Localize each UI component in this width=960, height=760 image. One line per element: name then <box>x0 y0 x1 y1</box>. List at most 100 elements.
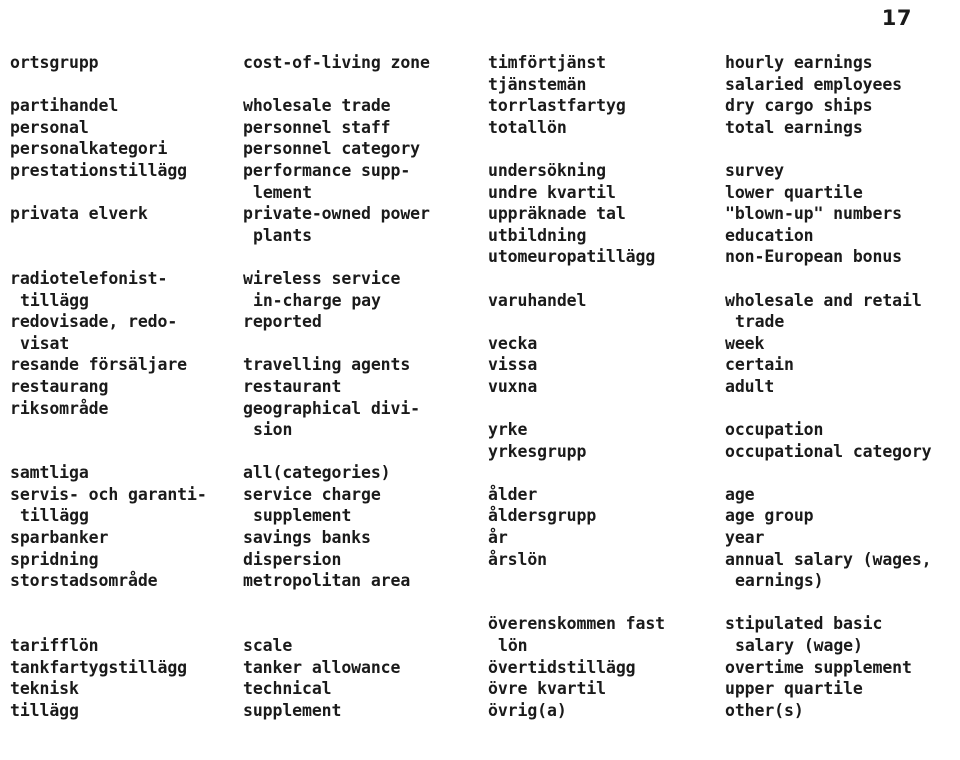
glossary-term-line: service charge <box>243 484 381 504</box>
glossary-term-line: "blown-up" numbers <box>725 204 903 224</box>
glossary-spacer-line <box>10 74 243 96</box>
glossary-term-line: spridning <box>10 549 99 569</box>
glossary-term-line: yrkesgrupp <box>488 441 587 461</box>
glossary-spacer-line <box>725 138 960 160</box>
glossary-term-line: supplement <box>243 700 342 720</box>
glossary-term-line: år <box>488 528 508 548</box>
glossary-term-line: resande försäljare <box>10 355 188 375</box>
glossary-term-line: geographical divi- <box>243 398 421 418</box>
glossary-term-line: occupational category <box>725 441 932 461</box>
glossary-continuation-line: lön <box>498 636 528 656</box>
glossary-term-line: uppräknade tal <box>488 204 626 224</box>
glossary-spacer-line <box>10 441 243 463</box>
glossary-continuation-line: tillägg <box>20 290 89 310</box>
glossary-continuation-line: visat <box>20 333 70 353</box>
glossary-term-line: personal <box>10 117 89 137</box>
english-terms-column-2: hourly earnings salaried employees dry car… <box>725 52 960 721</box>
glossary-term-line: ålder <box>488 484 538 504</box>
glossary-term-line: personnel category <box>243 139 421 159</box>
glossary-spacer-line <box>725 462 960 484</box>
glossary-term-line: personalkategori <box>10 139 168 159</box>
glossary-continuation-line: earnings) <box>735 571 824 591</box>
glossary-term-line: all(categories) <box>243 463 391 483</box>
glossary-term-line: restaurant <box>243 376 342 396</box>
glossary-term-line: overtime supplement <box>725 657 912 677</box>
glossary-spacer-line <box>488 462 725 484</box>
glossary-term-line: undersökning <box>488 160 607 180</box>
glossary-spacer-line <box>10 182 243 204</box>
document-page: 17 ortsgrupp partihandel personal personal… <box>0 0 960 760</box>
glossary-term-line: other(s) <box>725 700 804 720</box>
glossary-term-line: personnel staff <box>243 117 391 137</box>
glossary-term-line: samtliga <box>10 463 89 483</box>
glossary-term-line: age group <box>725 506 814 526</box>
glossary-term-line: performance supp- <box>243 160 411 180</box>
glossary-term-line: certain <box>725 355 794 375</box>
glossary-term-line: undre kvartil <box>488 182 616 202</box>
glossary-term-line: non-European bonus <box>725 247 903 267</box>
glossary-term-line: vecka <box>488 333 538 353</box>
glossary-term-line: prestationstillägg <box>10 160 188 180</box>
glossary-spacer-line <box>10 592 243 614</box>
glossary-term-line: riksområde <box>10 398 109 418</box>
glossary-term-line: savings banks <box>243 528 371 548</box>
glossary-continuation-line: salary (wage) <box>735 636 863 656</box>
glossary-spacer-line <box>243 592 488 614</box>
page-number: 17 <box>881 6 912 30</box>
glossary-term-line: övrig(a) <box>488 700 567 720</box>
glossary-spacer-line <box>243 613 488 635</box>
glossary-term-line: occupation <box>725 420 824 440</box>
glossary-spacer-line <box>488 268 725 290</box>
glossary-term-line: vuxna <box>488 376 538 396</box>
glossary-spacer-line <box>243 74 488 96</box>
glossary-spacer-line <box>488 592 725 614</box>
glossary-term-line: survey <box>725 160 785 180</box>
glossary-term-line: dry cargo ships <box>725 96 873 116</box>
glossary-term-line: övre kvartil <box>488 679 607 699</box>
glossary-term-line: salaried employees <box>725 74 903 94</box>
glossary-term-line: lower quartile <box>725 182 863 202</box>
glossary-spacer-line <box>243 333 488 355</box>
glossary-term-line: wholesale and retail <box>725 290 922 310</box>
glossary-spacer-line <box>725 268 960 290</box>
glossary-term-line: education <box>725 225 814 245</box>
glossary-term-line: reported <box>243 312 322 332</box>
glossary-term-line: privata elverk <box>10 204 148 224</box>
glossary-term-line: tillägg <box>10 700 79 720</box>
glossary-term-line: technical <box>243 679 332 699</box>
glossary-term-line: servis- och garanti- <box>10 484 207 504</box>
glossary-term-line: wireless service <box>243 268 401 288</box>
glossary-term-line: radiotelefonist- <box>10 268 168 288</box>
glossary-continuation-line: plants <box>253 225 313 245</box>
glossary-term-line: age <box>725 484 755 504</box>
glossary-term-line: travelling agents <box>243 355 411 375</box>
glossary-spacer-line <box>243 246 488 268</box>
swedish-terms-column-2: timförtjänst tjänstemän torrlastfartyg tota… <box>488 52 725 721</box>
glossary-term-line: ortsgrupp <box>10 53 99 72</box>
glossary-continuation-line: sion <box>253 420 293 440</box>
glossary-spacer-line <box>488 398 725 420</box>
glossary-term-line: sparbanker <box>10 528 109 548</box>
glossary-term-line: restaurang <box>10 376 109 396</box>
glossary-term-line: tjänstemän <box>488 74 587 94</box>
glossary-term-line: total earnings <box>725 117 863 137</box>
glossary-term-line: övertidstillägg <box>488 657 636 677</box>
glossary-spacer-line <box>10 419 243 441</box>
glossary-term-line: wholesale trade <box>243 96 391 116</box>
glossary-term-line: storstadsområde <box>10 571 158 591</box>
glossary-continuation-line: in-charge pay <box>253 290 381 310</box>
glossary-term-line: vissa <box>488 355 538 375</box>
glossary-spacer-line <box>725 592 960 614</box>
glossary-term-line: överenskommen fast <box>488 614 666 634</box>
glossary-spacer-line <box>488 570 725 592</box>
glossary-term-line: yrke <box>488 420 528 440</box>
glossary-term-line: stipulated basic <box>725 614 883 634</box>
glossary-continuation-line: tillägg <box>20 506 89 526</box>
glossary-term-line: adult <box>725 376 775 396</box>
swedish-terms-column-1: ortsgrupp partihandel personal personalkat… <box>10 52 243 721</box>
glossary-term-line: torrlastfartyg <box>488 96 626 116</box>
glossary-term-line: totallön <box>488 117 567 137</box>
glossary-term-line: tankfartygstillägg <box>10 657 188 677</box>
glossary-spacer-line <box>488 138 725 160</box>
glossary-term-line: upper quartile <box>725 679 863 699</box>
